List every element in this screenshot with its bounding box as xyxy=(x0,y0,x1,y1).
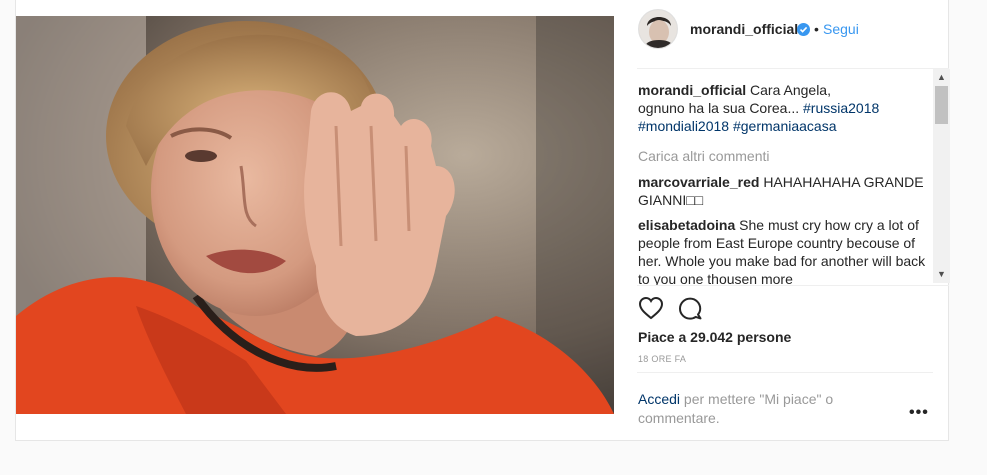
divider xyxy=(637,372,933,373)
list-item: elisabetadoina She must cry how cry a lo… xyxy=(638,216,931,285)
header-username[interactable]: morandi_official xyxy=(690,21,798,37)
caption: morandi_official Cara Angela, ognuno ha … xyxy=(638,81,931,135)
list-item: marcovarriale_red HAHAHAHAHA GRANDE GIAN… xyxy=(638,173,931,209)
likes-count[interactable]: Piace a 29.042 persone xyxy=(638,329,791,345)
comment-username[interactable]: marcovarriale_red xyxy=(638,174,759,190)
hashtag-link[interactable]: #germaniaacasa xyxy=(733,118,837,134)
more-options-button[interactable]: ••• xyxy=(909,404,929,422)
scroll-up-arrow-icon[interactable]: ▲ xyxy=(933,69,950,86)
comments-scrollbar[interactable]: ▲ ▼ xyxy=(933,69,950,283)
scroll-down-arrow-icon[interactable]: ▼ xyxy=(933,266,950,283)
avatar[interactable] xyxy=(638,9,678,49)
post-header: morandi_official • Segui xyxy=(615,0,949,60)
scrollbar-thumb[interactable] xyxy=(935,86,948,124)
comment-username[interactable]: elisabetadoina xyxy=(638,217,735,233)
hashtag-link[interactable]: #russia2018 xyxy=(803,100,879,116)
load-more-comments-button[interactable]: Carica altri commenti xyxy=(638,147,931,165)
post-photo-image xyxy=(16,16,614,414)
follow-button[interactable]: Segui xyxy=(823,21,859,37)
post-sidebar: morandi_official • Segui morandi_officia… xyxy=(615,0,950,441)
login-link[interactable]: Accedi xyxy=(638,391,680,407)
caption-text: Cara Angela, xyxy=(750,82,831,98)
verified-badge-icon xyxy=(797,23,810,36)
caption-username[interactable]: morandi_official xyxy=(638,82,746,98)
divider xyxy=(637,68,949,69)
header-separator: • xyxy=(814,21,819,37)
hashtag-link[interactable]: #mondiali2018 xyxy=(638,118,729,134)
post-photo[interactable] xyxy=(16,16,614,414)
heart-icon[interactable] xyxy=(638,296,664,320)
login-prompt: Accedi per mettere "Mi piace" o commenta… xyxy=(638,390,868,428)
comments-list[interactable]: morandi_official Cara Angela, ognuno ha … xyxy=(638,81,931,285)
divider xyxy=(637,285,949,286)
caption-text-line2: ognuno ha la sua Corea... xyxy=(638,100,800,116)
comment-bubble-icon[interactable] xyxy=(677,296,703,320)
avatar-image xyxy=(639,10,677,48)
post-timestamp: 18 ORE FA xyxy=(638,354,687,364)
